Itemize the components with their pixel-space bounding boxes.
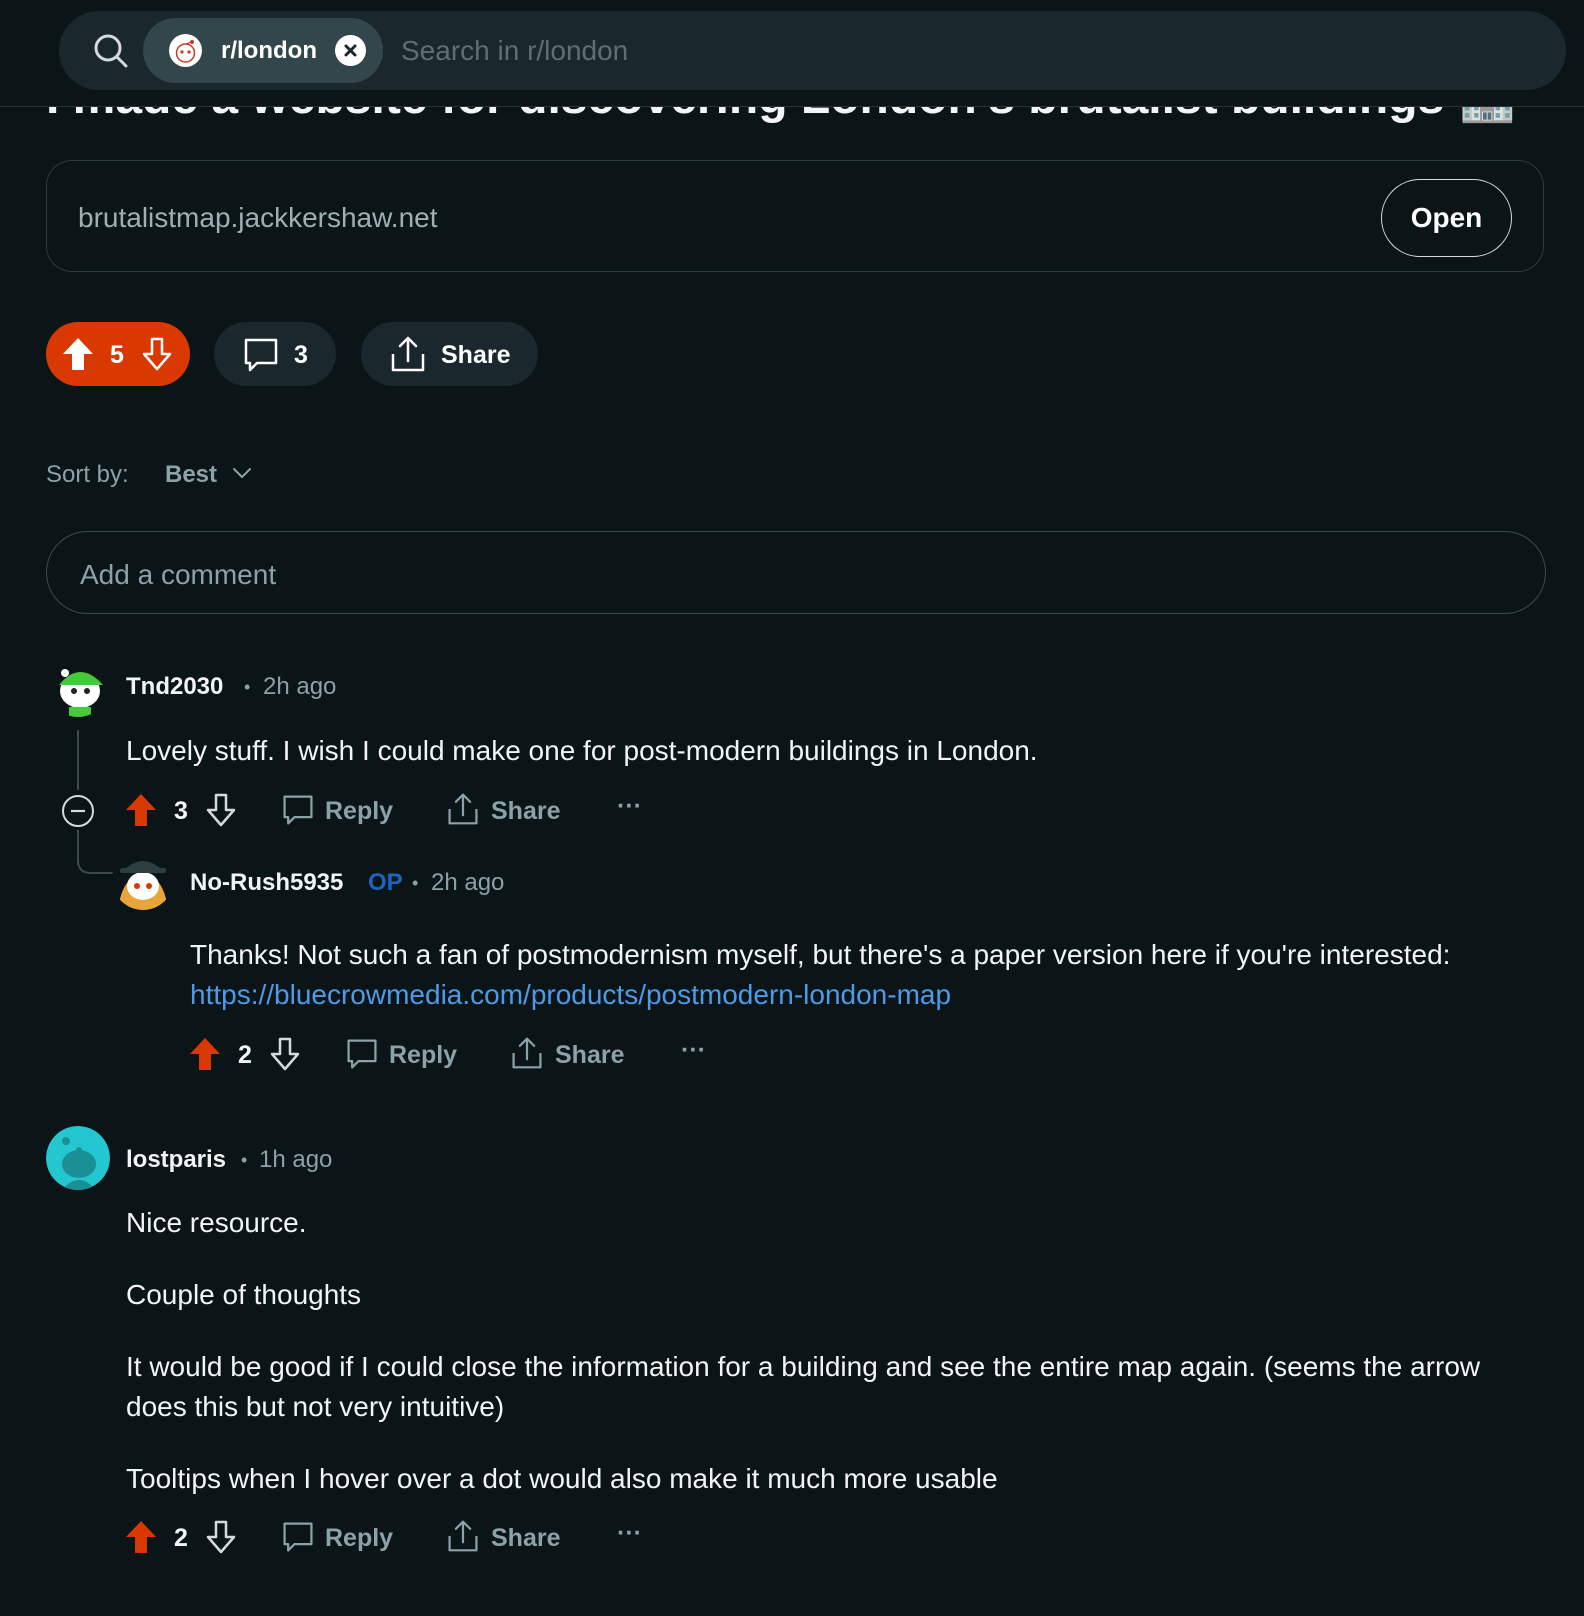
downvote-icon[interactable] — [141, 337, 173, 371]
link-preview-card[interactable]: brutalistmap.jackkershaw.net Open — [46, 160, 1544, 272]
sort-dropdown[interactable]: Best — [165, 461, 217, 489]
comment-icon — [242, 336, 280, 374]
community-filter-label: r/london — [221, 37, 317, 64]
share-icon[interactable] — [446, 791, 480, 827]
share-icon[interactable] — [510, 1035, 544, 1071]
share-icon — [389, 334, 427, 374]
separator-dot: • — [412, 873, 419, 893]
op-badge: OP — [368, 869, 403, 896]
reply-icon[interactable] — [281, 793, 315, 827]
thread-connector — [77, 860, 117, 874]
thread-line[interactable] — [77, 730, 79, 790]
comment-text: Thanks! Not such a fan of postmodernism … — [190, 939, 1451, 970]
chevron-down-icon[interactable] — [232, 466, 252, 480]
post-share-button[interactable]: Share — [361, 322, 538, 386]
separator-dot: • — [244, 677, 251, 697]
upvote-icon[interactable] — [125, 793, 157, 827]
comment-body: Lovely stuff. I wish I could make one fo… — [126, 735, 1038, 766]
clear-community-icon[interactable] — [335, 35, 366, 66]
comment-paragraph: Nice resource. — [126, 1207, 307, 1238]
post-vote-control: 5 — [46, 322, 190, 386]
top-bar: r/london — [0, 0, 1584, 107]
avatar[interactable] — [47, 655, 109, 717]
open-link-button[interactable]: Open — [1381, 179, 1512, 257]
subreddit-avatar — [169, 34, 202, 67]
post-comment-count: 3 — [294, 341, 308, 369]
reply-button[interactable]: Reply — [389, 1041, 457, 1070]
comment-username[interactable]: lostparis — [126, 1146, 226, 1174]
add-comment-placeholder: Add a comment — [80, 559, 277, 590]
comment-score: 2 — [238, 1041, 252, 1069]
reply-button[interactable]: Reply — [325, 1524, 393, 1553]
comment-timestamp[interactable]: 2h ago — [263, 673, 336, 701]
comment-timestamp[interactable]: 2h ago — [431, 869, 504, 897]
downvote-icon[interactable] — [205, 793, 237, 827]
sort-label: Sort by: — [46, 461, 129, 488]
more-options-button[interactable]: ··· — [617, 792, 642, 821]
upvote-icon[interactable] — [189, 1037, 221, 1071]
reply-icon[interactable] — [281, 1520, 315, 1554]
search-icon[interactable] — [91, 31, 131, 71]
separator-dot: • — [241, 1150, 248, 1170]
search-input[interactable] — [399, 27, 1503, 75]
add-comment-input[interactable]: Add a comment — [46, 531, 1546, 614]
more-options-button[interactable]: ··· — [617, 1519, 642, 1548]
comment-timestamp[interactable]: 1h ago — [259, 1146, 332, 1174]
comment-username[interactable]: No-Rush5935 — [190, 869, 343, 897]
share-button[interactable]: Share — [491, 1524, 560, 1553]
comment-link[interactable]: https://bluecrowmedia.com/products/postm… — [190, 979, 951, 1010]
comment-paragraph: Couple of thoughts — [126, 1279, 362, 1310]
post-title: I made a website for discovering London'… — [46, 106, 1517, 125]
reply-button[interactable]: Reply — [325, 797, 393, 826]
downvote-icon[interactable] — [205, 1520, 237, 1554]
post-title-area: I made a website for discovering London'… — [0, 106, 1584, 128]
post-share-label: Share — [441, 341, 511, 369]
share-button[interactable]: Share — [555, 1041, 624, 1070]
reply-icon[interactable] — [345, 1037, 379, 1071]
comment-paragraph: Tooltips when I hover over a dot would a… — [126, 1463, 998, 1494]
comment-score: 3 — [174, 797, 188, 825]
collapse-thread-icon[interactable] — [61, 794, 95, 828]
comment-body: Thanks! Not such a fan of postmodernism … — [190, 935, 1570, 1015]
link-domain[interactable]: brutalistmap.jackkershaw.net — [78, 202, 438, 234]
share-icon[interactable] — [446, 1518, 480, 1554]
post-comments-button[interactable]: 3 — [214, 322, 336, 386]
share-button[interactable]: Share — [491, 797, 560, 826]
comment-username[interactable]: Tnd2030 — [126, 673, 223, 701]
comment-score: 2 — [174, 1524, 188, 1552]
more-options-button[interactable]: ··· — [681, 1036, 706, 1065]
upvote-icon[interactable] — [125, 1520, 157, 1554]
upvote-icon[interactable] — [62, 337, 94, 371]
avatar[interactable] — [46, 1126, 110, 1190]
search-bar[interactable]: r/london — [59, 11, 1566, 90]
comment-paragraph: It would be good if I could close the in… — [126, 1351, 1481, 1422]
community-filter-chip[interactable]: r/london — [143, 18, 383, 83]
avatar[interactable] — [112, 848, 174, 910]
post-score: 5 — [110, 341, 124, 369]
downvote-icon[interactable] — [269, 1037, 301, 1071]
